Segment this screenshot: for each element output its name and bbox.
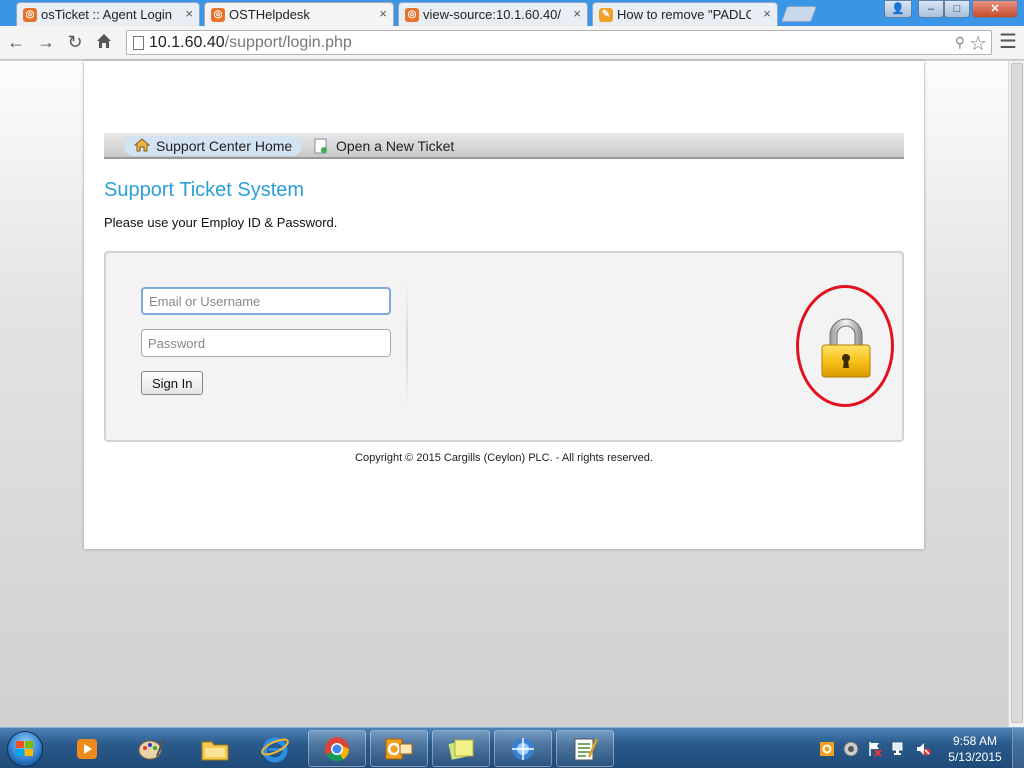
taskbar-outlook[interactable] (370, 730, 428, 767)
maximize-icon: □ (953, 3, 961, 15)
tab-close-icon[interactable]: × (185, 6, 193, 21)
minimize-icon: – (927, 3, 935, 15)
reload-icon: ↻ (67, 32, 83, 52)
panel-divider (406, 281, 408, 409)
tab-title: How to remove "PADLOCK (617, 7, 751, 22)
nav-open-new-ticket[interactable]: Open a New Ticket (304, 136, 464, 156)
minimize-button[interactable]: – (918, 0, 944, 18)
user-profile-button[interactable]: 👤 (884, 0, 912, 18)
tab-title: view-source:10.1.60.40/su (423, 7, 561, 22)
bookmark-star-icon[interactable]: ☆ (969, 31, 987, 56)
nav-label: Support Center Home (156, 138, 293, 154)
page-viewport: Support Center Home Open a New Ticket Su… (0, 61, 1008, 727)
tray-volume-muted-icon[interactable] (915, 741, 931, 757)
url-path: /support/login.php (224, 34, 352, 51)
password-input[interactable] (141, 329, 391, 357)
taskbar-sticky-notes[interactable] (432, 730, 490, 767)
maximize-button[interactable]: □ (944, 0, 970, 18)
page-instructions: Please use your Employ ID & Password. (104, 215, 338, 230)
windows-taskbar: 9:58 AM 5/13/2015 (0, 727, 1024, 768)
nav-label: Open a New Ticket (336, 138, 455, 154)
sign-in-button[interactable]: Sign In (141, 371, 204, 395)
address-bar[interactable]: 10.1.60.40/support/login.php ⚲ ☆ (126, 30, 992, 55)
chrome-menu-button[interactable]: ☰ (998, 32, 1018, 52)
home-icon (97, 34, 111, 48)
arrow-left-icon: ← (7, 32, 25, 52)
tab-remove-padlock[interactable]: ✎ How to remove "PADLOCK × (592, 2, 778, 26)
taskbar-media-player[interactable] (58, 730, 116, 767)
copyright-text: Copyright © 2015 Cargills (Ceylon) PLC. … (355, 452, 653, 464)
osticket-favicon-icon: ◎ (211, 8, 225, 22)
vertical-scrollbar[interactable] (1008, 61, 1024, 727)
sticky-notes-icon (448, 739, 474, 760)
home-icon (133, 138, 151, 155)
show-desktop-button[interactable] (1012, 728, 1024, 768)
taskbar-notepad[interactable] (556, 730, 614, 767)
tab-title: osTicket :: Agent Login (41, 7, 173, 22)
start-button[interactable] (2, 729, 50, 768)
browser-tab-strip: ◎ osTicket :: Agent Login × ◎ OSTHelpdes… (0, 0, 1024, 27)
page-icon (133, 36, 144, 50)
close-window-button[interactable]: ✕ (972, 0, 1018, 18)
close-icon: ✕ (990, 3, 1000, 15)
arrow-right-icon: → (37, 32, 55, 52)
key-icon[interactable]: ⚲ (955, 34, 965, 51)
padlock-annotation (796, 285, 896, 409)
windows-logo-icon (16, 741, 33, 756)
tab-agent-login[interactable]: ◎ osTicket :: Agent Login × (16, 2, 200, 26)
notepad-icon (574, 737, 599, 760)
user-icon: 👤 (891, 3, 905, 15)
system-tray: 9:58 AM 5/13/2015 (812, 728, 1024, 768)
paint-icon (138, 737, 165, 759)
tab-close-icon[interactable]: × (379, 6, 387, 21)
home-button[interactable] (94, 32, 114, 52)
network-icon (512, 737, 534, 760)
clock-time[interactable]: 9:58 AM (942, 734, 1008, 748)
osticket-favicon-icon: ◎ (405, 8, 419, 22)
tray-security-icon[interactable] (843, 741, 859, 757)
outlook-icon (385, 738, 413, 759)
page-container: Support Center Home Open a New Ticket Su… (84, 61, 924, 549)
forward-button[interactable]: → (36, 32, 56, 52)
site-nav-bar: Support Center Home Open a New Ticket (104, 133, 904, 159)
media-player-icon (77, 738, 97, 759)
taskbar-paint[interactable] (122, 730, 180, 767)
url-host: 10.1.60.40 (149, 34, 225, 51)
new-tab-button[interactable] (781, 6, 817, 22)
osticket-favicon-icon: ◎ (23, 8, 37, 22)
taskbar-explorer[interactable] (186, 730, 244, 767)
login-panel: Sign In (104, 251, 904, 442)
padlock-icon (821, 318, 871, 378)
tray-outlook-icon[interactable] (819, 741, 835, 757)
tab-close-icon[interactable]: × (573, 6, 581, 21)
taskbar-network-app[interactable] (494, 730, 552, 767)
pencil-favicon-icon: ✎ (599, 8, 613, 22)
tray-action-center-icon[interactable] (867, 741, 883, 757)
tab-view-source[interactable]: ◎ view-source:10.1.60.40/su × (398, 2, 588, 26)
new-ticket-icon (314, 138, 328, 157)
tab-osthelpdesk[interactable]: ◎ OSTHelpdesk × (204, 2, 394, 27)
scrollbar-thumb[interactable] (1011, 63, 1023, 723)
taskbar-chrome[interactable] (308, 730, 366, 767)
clock-date[interactable]: 5/13/2015 (942, 750, 1008, 764)
tray-network-icon[interactable] (891, 741, 907, 757)
internet-explorer-icon (261, 737, 289, 762)
url-text[interactable]: 10.1.60.40/support/login.php (149, 34, 352, 52)
browser-toolbar: ← → ↻ 10.1.60.40/support/login.php ⚲ ☆ ☰ (0, 26, 1024, 60)
username-input[interactable] (141, 287, 391, 315)
nav-support-center-home[interactable]: Support Center Home (124, 136, 303, 156)
page-title: Support Ticket System (104, 179, 305, 201)
reload-button[interactable]: ↻ (65, 32, 85, 52)
back-button[interactable]: ← (6, 32, 26, 52)
taskbar-internet-explorer[interactable] (246, 730, 304, 767)
chrome-icon (325, 736, 349, 761)
tab-close-icon[interactable]: × (763, 6, 771, 21)
tab-title: OSTHelpdesk (229, 7, 310, 22)
hamburger-menu-icon: ☰ (999, 31, 1017, 53)
file-explorer-icon (201, 741, 229, 760)
